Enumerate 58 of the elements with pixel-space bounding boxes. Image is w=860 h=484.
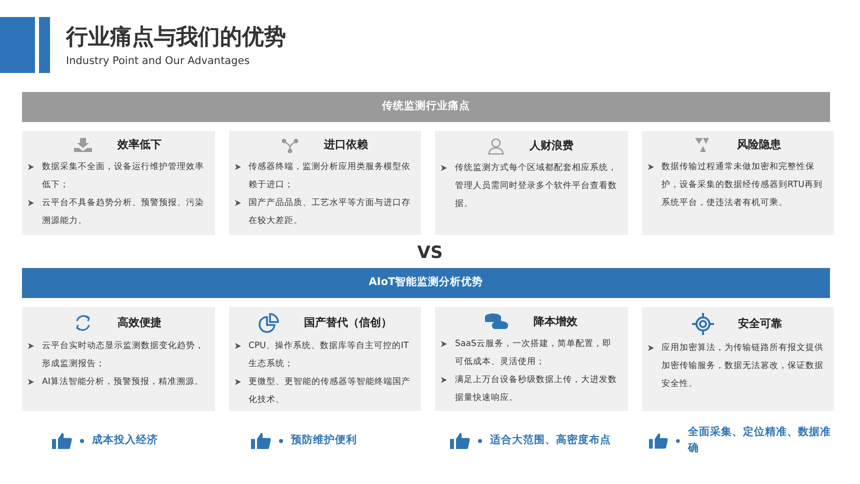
bullet-text: 传统监测方式每个区域都配套相应系统，管理人员需同时登录多个软件平台查看数据。: [455, 162, 618, 211]
bullet-text: 满足上万台设备秒级数据上传，大进发数据量快速响应。: [455, 374, 618, 405]
card-title: 安全可靠: [738, 316, 782, 332]
card-title: 高效便捷: [117, 314, 162, 331]
bullet-icon: [441, 165, 447, 171]
bullet-text: 云平台实时动态显示监测数据变化趋势，形成监测报告；: [42, 340, 205, 371]
card-title: 进口依赖: [324, 137, 368, 153]
network-icon: [280, 137, 300, 154]
page-title: 行业痛点与我们的优势: [66, 26, 286, 50]
bullet-icon: [441, 341, 447, 347]
dot-icon: [478, 438, 482, 443]
bullet-icon: [28, 164, 34, 170]
tray-icon: [73, 137, 94, 154]
card-title: 国产替代（信创）: [304, 314, 392, 331]
bullet-text: 国产产品品质、工艺水平等方面与进口存在较大差距。: [248, 196, 412, 228]
bullet-icon: [648, 345, 654, 351]
dot-icon: [80, 438, 84, 443]
bullet-text: CPU、操作系统、数据库等自主可控的IT生态系统；: [248, 340, 410, 371]
card-title: 降本增效: [533, 314, 578, 330]
thumbs-up-icon: [251, 432, 271, 450]
highlight-text: 适合大范围、高密度布点: [490, 432, 611, 448]
user-icon: [487, 137, 506, 155]
dot-icon: [279, 438, 283, 443]
card-title: 风险隐患: [736, 137, 781, 153]
bullet-icon: [441, 377, 447, 383]
highlight-text: 全面采集、定位精准、数据准确: [688, 425, 832, 456]
vs-label: VS: [416, 245, 444, 262]
bullet-text: 云平台不具备趋势分析、预警预报、污染溯源能力。: [42, 196, 205, 228]
bullet-text: 更微型、更智能的传感器等智能终端国产化技术。: [248, 376, 412, 407]
section-banner: AIoT智能监测分析优势: [22, 268, 830, 298]
card-title: 人财浪费: [529, 138, 574, 154]
title-bar-block: [39, 17, 50, 73]
thumbs-up-icon: [52, 432, 72, 450]
card-title: 效率低下: [117, 137, 162, 153]
bullet-icon: [234, 164, 240, 170]
title-bar-block: [0, 17, 35, 73]
page-subtitle: Industry Point and Our Advantages: [66, 54, 251, 70]
bullet-icon: [648, 164, 654, 170]
bullet-text: AI算法智能分析，预警预报，精准溯源。: [42, 376, 204, 389]
bullet-icon: [234, 200, 240, 206]
section-banner: 传统监测行业痛点: [22, 92, 830, 122]
target-icon: [692, 313, 714, 335]
bullet-icon: [28, 343, 34, 349]
bullet-text: 应用加密算法，为传输链路所有报文提供加密传输服务，数据无法篡改，保证数据安全性。: [662, 342, 824, 391]
bullet-text: 数据采集不全面，设备运行维护管理效率低下；: [42, 160, 205, 192]
bullet-text: SaaS云服务，一次搭建，简单配置，即可低成本、灵活使用；: [455, 338, 612, 369]
bullet-text: 传感器终端，监测分析应用类服务模型依赖于进口；: [248, 160, 412, 192]
bullet-icon: [28, 200, 34, 206]
bullet-icon: [234, 343, 240, 349]
thumbs-up-icon: [649, 432, 668, 450]
pie-chart-icon: [256, 313, 280, 333]
thumbs-up-icon: [450, 432, 470, 450]
bullet-icon: [28, 379, 34, 385]
bullet-icon: [234, 379, 240, 385]
highlight-text: 预防维护便利: [291, 432, 357, 448]
dot-icon: [676, 438, 680, 443]
highlight-text: 成本投入经济: [92, 432, 158, 448]
bullet-text: 数据传输过程通常未做加密和完整性保护，设备采集的数据经传感器到RTU再到系统平台，使违法者有机可乘。: [662, 160, 824, 210]
